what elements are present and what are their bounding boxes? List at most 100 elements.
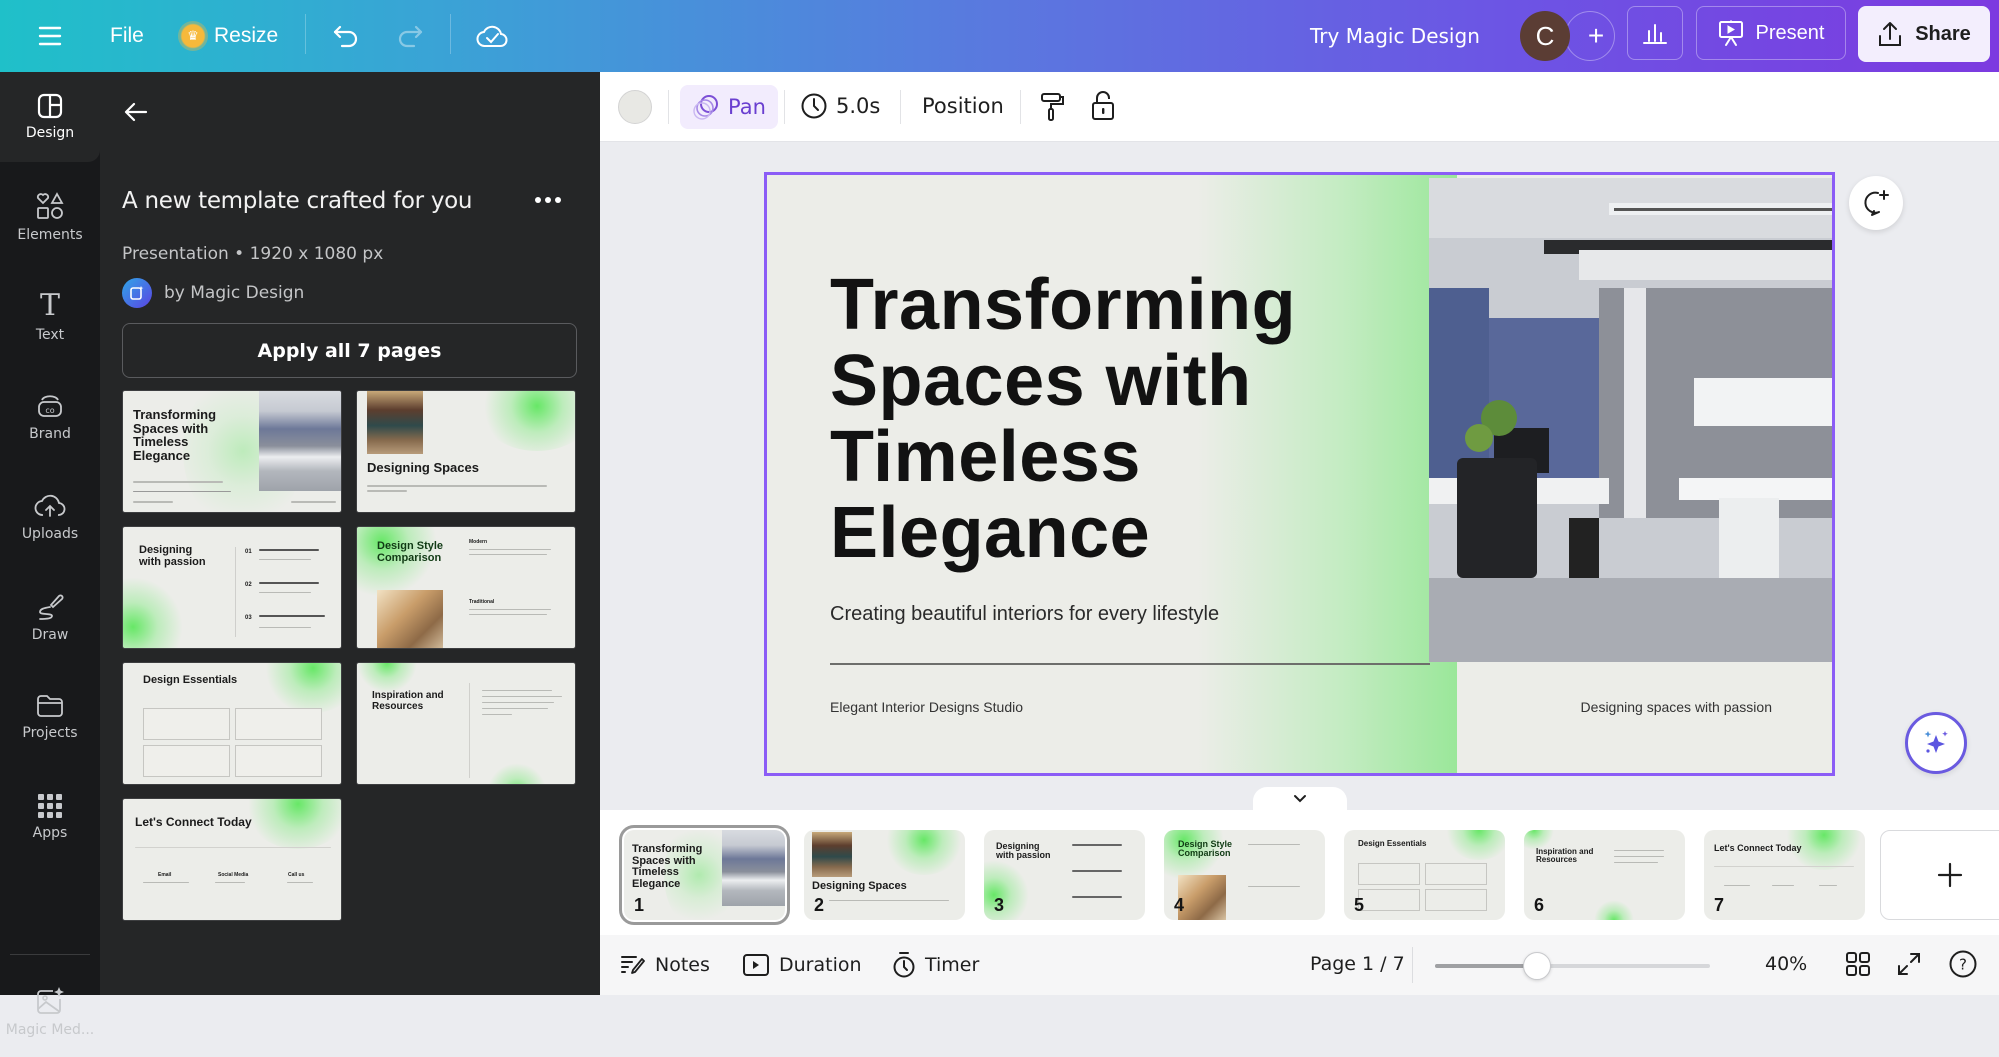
chair-photo: [377, 590, 443, 648]
page-indicator-button[interactable]: Page 1 / 7: [1310, 953, 1405, 975]
slide-footer-left[interactable]: Elegant Interior Designs Studio: [830, 699, 1023, 715]
add-collaborator-button[interactable]: +: [1565, 11, 1615, 61]
office-photo: [259, 391, 341, 491]
rail-item-uploads[interactable]: Uploads: [0, 472, 100, 562]
page-strip: Transforming Spaces with Timeless Elegan…: [600, 810, 1999, 935]
rail-item-label: Draw: [31, 627, 69, 643]
template-title: Designing Spaces: [367, 460, 479, 475]
page-number: 2: [814, 895, 825, 915]
thumb-title: Designing with passion: [996, 841, 1051, 861]
pan-animation-button[interactable]: Pan: [680, 85, 778, 129]
page-thumbnail[interactable]: Let's Connect Today 7: [1704, 830, 1865, 920]
rail-item-elements[interactable]: Elements: [0, 172, 100, 262]
thumb-title: Design Style Comparison: [1178, 839, 1233, 859]
label: Social Media: [218, 872, 249, 878]
avatar[interactable]: C: [1520, 11, 1570, 61]
share-label: Share: [1915, 22, 1971, 45]
magic-assistant-button[interactable]: [1905, 712, 1967, 774]
rail-item-magic-media[interactable]: Magic Med...: [0, 967, 100, 1057]
rail-item-draw[interactable]: Draw: [0, 572, 100, 662]
undo-button[interactable]: [326, 16, 366, 56]
duration-button[interactable]: 5.0s: [800, 92, 880, 120]
slide-1[interactable]: Transforming Spaces with Timeless Elegan…: [764, 172, 1835, 776]
redo-button[interactable]: [390, 16, 430, 56]
thumb-title: Designing Spaces: [812, 880, 907, 892]
page-thumbnail[interactable]: Transforming Spaces with Timeless Elegan…: [619, 825, 790, 925]
template-page-5[interactable]: Design Essentials: [122, 662, 342, 785]
save-status-button[interactable]: [470, 14, 514, 58]
office-photo[interactable]: [1429, 178, 1832, 662]
magic-media-icon: [37, 987, 64, 1014]
timer-button[interactable]: Timer: [892, 951, 979, 979]
rail-item-design[interactable]: Design: [0, 72, 100, 162]
resize-button[interactable]: ♛ Resize: [178, 16, 278, 56]
rail-item-brand[interactable]: co Brand: [0, 372, 100, 462]
template-page-6[interactable]: Inspiration and Resources: [356, 662, 576, 785]
present-button[interactable]: Present: [1696, 6, 1846, 60]
bar-chart-icon: [1643, 24, 1667, 44]
zoom-slider-fill: [1435, 964, 1537, 968]
share-button[interactable]: Share: [1858, 6, 1990, 62]
hide-pages-button[interactable]: [1253, 787, 1347, 811]
template-page-7[interactable]: Let's Connect Today Email Social Media C…: [122, 798, 342, 921]
thumb-title: Let's Connect Today: [1714, 843, 1802, 853]
rail-item-apps[interactable]: Apps: [0, 772, 100, 862]
title-line: Timeless: [830, 417, 1141, 497]
divider: [784, 90, 785, 124]
page-thumbnail[interactable]: Inspiration and Resources 6: [1524, 830, 1685, 920]
rail-item-projects[interactable]: Projects: [0, 672, 100, 762]
lock-button[interactable]: [1090, 90, 1116, 122]
slide-title[interactable]: Transforming Spaces with Timeless Elegan…: [830, 267, 1296, 571]
template-title: Inspiration and Resources: [372, 690, 444, 712]
duration-toggle-button[interactable]: Duration: [742, 953, 862, 977]
page-number: 5: [1354, 895, 1365, 915]
page-number: 7: [1714, 895, 1725, 915]
rail-item-text[interactable]: T Text: [0, 272, 100, 362]
presentation-icon: [1718, 20, 1743, 46]
back-button[interactable]: [122, 98, 154, 130]
shapes-icon: [36, 192, 64, 219]
more-options-button[interactable]: [530, 186, 566, 214]
template-page-1[interactable]: Transforming Spaces with Timeless Elegan…: [122, 390, 342, 513]
try-magic-design-button[interactable]: Try Magic Design: [1310, 18, 1480, 54]
help-button[interactable]: ?: [1948, 949, 1978, 979]
zoom-slider-thumb[interactable]: [1522, 952, 1551, 980]
page-thumbnail[interactable]: Designing with passion 3: [984, 830, 1145, 920]
main-menu-button[interactable]: [30, 16, 70, 56]
add-page-button[interactable]: [1880, 830, 1999, 920]
notes-icon: [621, 956, 645, 974]
page-thumbnail[interactable]: Design Style Comparison 4: [1164, 830, 1325, 920]
add-comment-button[interactable]: [1849, 176, 1903, 230]
page-thumbnail[interactable]: Designing Spaces 2: [804, 830, 965, 920]
paint-roller-icon: [1041, 93, 1064, 121]
left-rail: Design Elements T Text co Brand Uploads …: [0, 72, 100, 1038]
cloud-check-icon: [476, 25, 508, 47]
zoom-slider[interactable]: [1435, 952, 1710, 980]
grid-view-icon: [1846, 952, 1870, 976]
page-thumbnail[interactable]: Design Essentials 5: [1344, 830, 1505, 920]
rail-item-label: Apps: [32, 825, 68, 841]
rail-item-label: Brand: [29, 426, 71, 442]
copy-style-button[interactable]: [1040, 92, 1066, 122]
template-page-2[interactable]: Designing Spaces: [356, 390, 576, 513]
template-page-3[interactable]: Designing with passion 01 02 03: [122, 526, 342, 649]
slide-subtitle[interactable]: Creating beautiful interiors for every l…: [830, 603, 1219, 626]
zoom-percent-button[interactable]: 40%: [1765, 953, 1807, 975]
grid-view-button[interactable]: [1845, 951, 1871, 977]
slide-footer-right[interactable]: Designing spaces with passion: [1581, 699, 1772, 715]
fullscreen-button[interactable]: [1896, 951, 1922, 977]
bottom-bar: Notes Duration Timer Page 1 / 7 40% ?: [600, 935, 1999, 995]
position-button[interactable]: Position: [922, 94, 1004, 118]
template-page-4[interactable]: Design Style Comparison Modern Tradition…: [356, 526, 576, 649]
file-menu-button[interactable]: File: [110, 18, 144, 54]
stopwatch-icon: [893, 952, 915, 978]
background-color-swatch[interactable]: [618, 90, 652, 124]
svg-text:?: ?: [1959, 956, 1967, 974]
cloud-upload-icon: [34, 494, 66, 517]
thumb-title: Inspiration and Resources: [1536, 847, 1594, 865]
grid-icon: [38, 794, 62, 818]
apply-all-pages-button[interactable]: Apply all 7 pages: [122, 323, 577, 378]
notes-button[interactable]: Notes: [620, 953, 710, 977]
insights-button[interactable]: [1627, 6, 1683, 60]
divider-line[interactable]: [830, 663, 1430, 665]
